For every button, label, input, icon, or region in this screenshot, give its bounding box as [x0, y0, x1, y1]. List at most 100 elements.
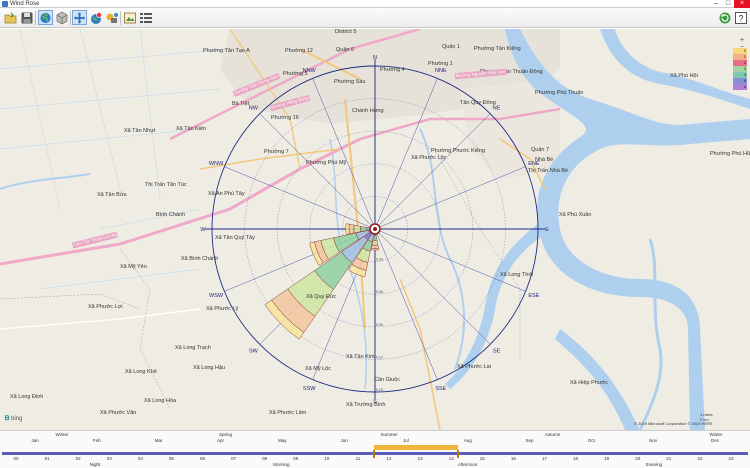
daypart-row: Night Morning Afternoon Evening	[0, 462, 750, 468]
bing-mark-icon: ᗷ	[5, 416, 10, 422]
open-button[interactable]	[3, 10, 18, 25]
rose-spoke	[374, 166, 526, 230]
daypart-label: Evening	[645, 462, 663, 467]
layers-button[interactable]	[104, 10, 119, 25]
station-marker-dot	[373, 227, 377, 231]
ring-label: 0.06	[376, 290, 383, 294]
rose-petal-band	[345, 223, 350, 235]
month-label: Sep	[525, 438, 534, 443]
direction-label-nw: NW	[249, 105, 259, 111]
month-label: Nov	[649, 438, 658, 443]
place-label: Nhà Bè	[535, 157, 554, 163]
month-label: Aug	[463, 438, 472, 443]
place-label: Bình Chánh	[156, 212, 186, 218]
close-button[interactable]: ×	[734, 0, 750, 8]
place-label: Quận 6	[336, 47, 355, 53]
place-label: Xã Long Khê	[125, 369, 157, 375]
rose-petal-band	[370, 247, 380, 251]
legend-entry: 6	[733, 84, 747, 90]
direction-label-ne: NE	[493, 105, 501, 111]
save-button[interactable]	[19, 10, 34, 25]
place-label: Bà Tiệt	[232, 101, 250, 107]
rose-petal-band	[372, 235, 378, 241]
help-button[interactable]: ?	[733, 10, 748, 25]
direction-label-wnw: WNW	[209, 161, 224, 167]
month-row: Jan Feb Mar Apr May Jun Jul Aug Sep Oct Nov Dec	[0, 438, 750, 444]
place-label: Phường Phước Kiểng	[431, 148, 486, 154]
rose-spoke	[374, 78, 438, 230]
wind-rose-chart: NNNENEENEEESESESSESSSWSWWSWWWNWNWNNW0.03…	[200, 55, 549, 405]
image-icon	[123, 12, 136, 23]
daypart-label: Afternoon	[457, 462, 478, 467]
place-label: Xã Tân Kiên	[176, 126, 207, 132]
month-label: May	[278, 438, 287, 443]
map-canvas[interactable]: N NNE NE ENE E ESE SE SSE S SSW SW WSW W WNW NW NNW 0.03…	[0, 29, 750, 430]
rose-spoke	[259, 113, 376, 230]
image-button[interactable]	[122, 10, 137, 25]
month-label: Feb	[92, 438, 101, 443]
rose-spoke	[312, 78, 376, 230]
minimize-button[interactable]: –	[710, 0, 722, 8]
rose-petal-band	[348, 223, 355, 235]
cube-icon	[56, 11, 67, 24]
place-label: Xã Tân Kim	[346, 354, 375, 360]
place-label: Xã Phước Lợi	[88, 304, 123, 310]
zoom-in-button[interactable]: +	[737, 37, 747, 44]
place-label: Xã Mỹ Yên	[120, 264, 147, 270]
rose-petal-band	[360, 226, 368, 232]
place-label: Xã Tân Quý Tây	[215, 235, 255, 241]
ring-label: 0.03	[376, 258, 383, 262]
title-bar: Wind Rose – □ ×	[0, 0, 750, 8]
ring-label: 0.12	[376, 355, 383, 359]
place-label: Phường 4	[380, 67, 405, 73]
place-label: Phường Sáu	[334, 79, 366, 85]
list-button[interactable]	[138, 10, 153, 25]
place-label: Thị Trấn Nhà Bè	[528, 168, 569, 174]
place-label: Phường 1	[428, 61, 453, 67]
rose-spoke	[374, 113, 491, 230]
pan-button[interactable]	[72, 10, 87, 25]
month-label: Apr	[216, 438, 224, 443]
month-label: Jan	[31, 438, 39, 443]
svg-text:?: ?	[738, 13, 743, 23]
place-label: Phường Tân Kiểng	[474, 46, 521, 52]
toolbar-separator	[120, 11, 121, 25]
place-label: Phường 5	[283, 71, 308, 77]
direction-label-ssw: SSW	[303, 386, 316, 392]
globe-view-button[interactable]	[38, 10, 53, 25]
direction-label-nne: NNE	[435, 68, 447, 74]
direction-label-wsw: WSW	[209, 293, 224, 299]
place-label: Xã Long Hậu	[193, 365, 226, 371]
month-label: Jul	[403, 438, 409, 443]
app-icon	[2, 1, 8, 7]
place-label: Phường Phú Thuận	[535, 90, 584, 96]
rose-petal-band	[371, 239, 379, 246]
window-title: Wind Rose	[10, 1, 40, 7]
month-range-selection[interactable]	[374, 445, 458, 450]
globe-marker-button[interactable]	[88, 10, 103, 25]
place-label: Xã Quy Đức	[306, 294, 337, 300]
place-label: District 5	[335, 29, 357, 35]
maximize-button[interactable]: □	[722, 0, 734, 8]
help-icon: ?	[734, 11, 747, 24]
place-label: Xã Bình Chánh	[181, 256, 219, 262]
toolbar: ?	[0, 8, 750, 28]
list-icon	[139, 12, 152, 23]
place-label: Xã Hiệp Phước	[570, 380, 608, 386]
ring-label: 0.09	[376, 323, 383, 327]
layers-icon	[106, 12, 118, 23]
place-label: Phường Tân Tạo A	[203, 48, 250, 54]
place-label: Xã Phước Lý	[206, 306, 239, 312]
rose-spoke	[374, 228, 526, 292]
direction-label-sse: SSE	[435, 386, 446, 392]
place-label: Xã Long Hòa	[144, 398, 177, 404]
3d-view-button[interactable]	[54, 10, 69, 25]
globe-icon	[40, 12, 51, 23]
refresh-button[interactable]	[717, 10, 732, 25]
speed-legend: 0123456	[733, 48, 747, 90]
rose-spoke	[224, 166, 376, 230]
save-icon	[21, 12, 32, 23]
place-label: Xã Phước Lộc	[411, 155, 447, 161]
window-controls: – □ ×	[710, 0, 750, 8]
ring-label: 0.15	[376, 388, 383, 392]
